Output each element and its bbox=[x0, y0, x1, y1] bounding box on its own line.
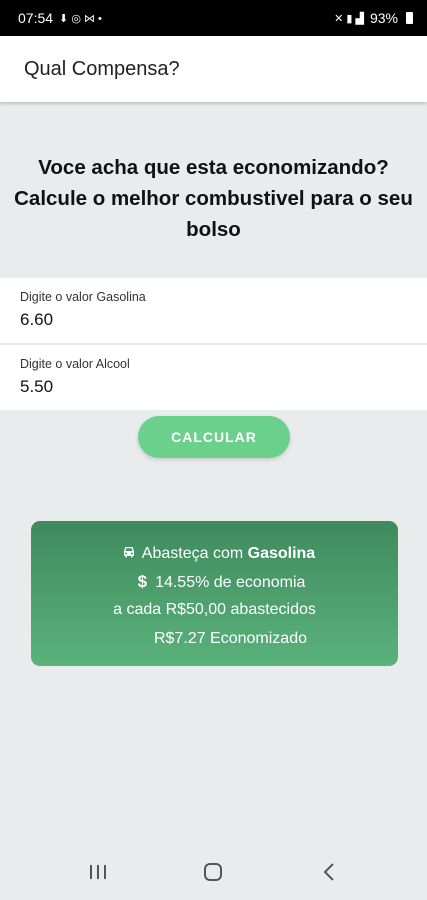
app-title: Qual Compensa? bbox=[24, 57, 180, 80]
result-per-amount: a cada R$50,00 abastecidos bbox=[113, 601, 316, 618]
home-icon bbox=[204, 862, 223, 881]
back-icon bbox=[323, 862, 334, 881]
status-left: 07:54 ⬇ ◎ ⋈ • bbox=[18, 10, 102, 26]
alcohol-field[interactable]: Digite o valor Alcool 5.50 bbox=[0, 345, 427, 410]
headline: Voce acha que esta economizando? Calcule… bbox=[14, 156, 413, 241]
gasoline-field[interactable]: Digite o valor Gasolina 6.60 bbox=[0, 278, 427, 343]
recents-button[interactable] bbox=[78, 852, 118, 892]
car-icon bbox=[122, 539, 136, 568]
signal-icons: ✕ ▮ ▟ bbox=[334, 12, 364, 25]
system-nav-bar bbox=[0, 843, 427, 900]
result-economy: 14.55% de economia bbox=[155, 573, 306, 591]
gasoline-input[interactable]: 6.60 bbox=[20, 310, 427, 330]
alcohol-label: Digite o valor Alcool bbox=[20, 357, 130, 371]
calculate-button[interactable]: CALCULAR bbox=[138, 416, 290, 458]
result-saved: R$7.27 Economizado bbox=[154, 629, 307, 647]
result-card: Abasteça com Gasolina $14.55% de economi… bbox=[31, 521, 398, 666]
notification-icons: ⬇ ◎ ⋈ • bbox=[59, 12, 102, 25]
dollar-icon: $ bbox=[137, 571, 148, 591]
back-button[interactable] bbox=[309, 852, 349, 892]
home-button[interactable] bbox=[193, 852, 233, 892]
result-economy-line: $14.55% de economia bbox=[31, 568, 398, 597]
alcohol-input[interactable]: 5.50 bbox=[20, 377, 427, 397]
status-bar: 07:54 ⬇ ◎ ⋈ • ✕ ▮ ▟ 93% bbox=[0, 0, 427, 36]
result-recommendation: Abasteça com Gasolina bbox=[31, 539, 398, 568]
gasoline-label: Digite o valor Gasolina bbox=[20, 290, 146, 304]
result-fuel: Gasolina bbox=[247, 545, 316, 562]
status-time: 07:54 bbox=[18, 10, 54, 26]
status-right: ✕ ▮ ▟ 93% bbox=[334, 10, 413, 26]
result-prefix: Abasteça com bbox=[141, 545, 244, 562]
app-bar: Qual Compensa? bbox=[0, 36, 427, 102]
battery-percent: 93% bbox=[369, 10, 398, 26]
battery-icon bbox=[406, 12, 413, 24]
recents-icon bbox=[89, 864, 106, 879]
